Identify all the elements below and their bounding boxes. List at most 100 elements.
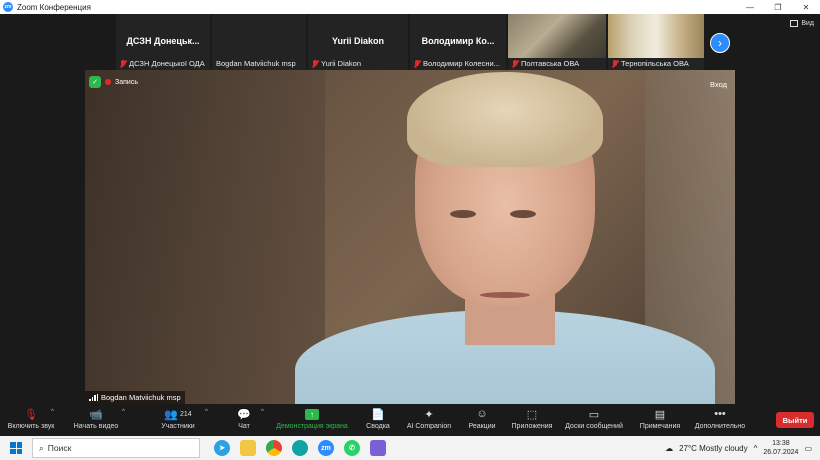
reactions-button[interactable]: ☺ Реакции <box>466 406 498 430</box>
unmute-button[interactable]: 🎙 Включить звук <box>4 406 58 431</box>
search-icon: ⌕ <box>39 442 44 453</box>
more-label: Дополнительно <box>694 423 746 430</box>
participants-options-caret[interactable]: ^ <box>205 409 208 415</box>
leave-button[interactable]: Выйти <box>776 412 814 428</box>
notes-button[interactable]: ▤ Примечания <box>636 406 684 431</box>
video-off-icon: 📹 <box>89 408 103 421</box>
summary-icon: 📄 <box>371 408 385 421</box>
system-tray: ☁ 27°C Mostly cloudy ^ 13:38 26.07.2024 … <box>665 439 820 457</box>
apps-label: Приложения <box>511 423 553 430</box>
recording-label: Запись <box>115 78 138 86</box>
audio-options-caret[interactable]: ^ <box>51 409 54 415</box>
chrome-icon[interactable] <box>266 440 282 456</box>
participant-tile[interactable]: ДСЗН Донецьк... ДСЗН Донецької ОДА <box>116 14 210 70</box>
taskbar-search-input[interactable]: ⌕ Поиск <box>32 438 200 458</box>
minimize-button[interactable]: — <box>736 3 764 12</box>
participant-name: Bogdan Matviichuk msp <box>216 59 296 68</box>
participant-tile[interactable]: Bogdan Matviichuk msp <box>212 14 306 70</box>
unmute-label: Включить звук <box>7 423 55 430</box>
zoom-logo-icon: zm <box>3 2 13 12</box>
mic-muted-icon: 🎙 <box>24 408 38 421</box>
zoom-window: zm Zoom Конференция — ❐ ✕ ДСЗН Донецьк..… <box>0 0 820 460</box>
gallery-next-button[interactable]: › <box>710 33 730 53</box>
participant-label: Bogdan Matviichuk msp <box>216 59 296 68</box>
participant-tile[interactable]: Полтавська ОВА <box>508 14 606 70</box>
participant-count: 214 <box>180 410 192 418</box>
recording-indicator[interactable]: ✓ Запись <box>89 76 138 88</box>
participant-label: Полтавська ОВА <box>512 59 579 68</box>
signal-strength-icon <box>89 394 98 401</box>
edge-icon[interactable] <box>292 440 308 456</box>
chat-options-caret[interactable]: ^ <box>261 409 264 415</box>
close-button[interactable]: ✕ <box>792 3 820 12</box>
clock-time: 13:38 <box>772 440 790 447</box>
meeting-toolbar: 🎙 Включить звук ^ 📹 Начать видео ^ 👥 214 … <box>0 404 820 436</box>
participant-name: Тернопільська ОВА <box>621 59 689 68</box>
chat-button[interactable]: 💬 Чат <box>232 406 256 431</box>
whatsapp-icon[interactable]: ✆ <box>344 440 360 456</box>
view-label: Вид <box>801 20 814 27</box>
participant-display-name: ДСЗН Донецьк... <box>126 36 200 46</box>
tray-chevron-icon[interactable]: ^ <box>754 444 758 453</box>
windows-start-icon[interactable] <box>6 438 26 458</box>
participants-button[interactable]: 👥 214 Участники <box>154 406 202 431</box>
reactions-icon: ☺ <box>476 408 488 420</box>
taskbar-clock[interactable]: 13:38 26.07.2024 <box>763 439 798 457</box>
participant-tile[interactable]: Тернопільська ОВА <box>608 14 704 70</box>
speaker-name: Bogdan Matviichuk msp <box>101 393 181 402</box>
window-controls: — ❐ ✕ <box>736 3 820 12</box>
summary-button[interactable]: 📄 Сводка <box>362 406 394 431</box>
participant-name: Полтавська ОВА <box>521 59 580 68</box>
chat-label: Чат <box>238 423 250 430</box>
weather-icon: ☁ <box>665 443 674 453</box>
start-video-button[interactable]: 📹 Начать видео <box>70 406 122 431</box>
participant-label: Тернопільська ОВА <box>612 59 689 68</box>
participant-tile[interactable]: Yurii Diakon Yurii Diakon <box>308 14 408 70</box>
recording-dot-icon <box>105 79 111 85</box>
clock-date: 26.07.2024 <box>763 449 799 456</box>
title-bar: zm Zoom Конференция — ❐ ✕ <box>0 0 820 14</box>
apps-button[interactable]: ⬚ Приложения <box>508 406 556 431</box>
ai-companion-icon: ✦ <box>424 408 434 421</box>
chat-icon: 💬 <box>237 408 251 421</box>
participant-label: ДСЗН Донецької ОДА <box>120 59 205 68</box>
apps-icon: ⬚ <box>526 408 538 421</box>
participant-video-thumbnail <box>608 14 704 58</box>
grid-view-icon <box>790 20 799 27</box>
mic-muted-icon <box>512 59 518 68</box>
participant-display-name: Володимир Ко... <box>421 36 495 46</box>
speaker-mouth <box>480 292 530 298</box>
notifications-icon[interactable]: ▭ <box>804 444 812 453</box>
more-button[interactable]: ••• Дополнительно <box>692 406 748 430</box>
share-screen-button[interactable]: ↑ Демонстрация экрана <box>272 406 352 430</box>
file-explorer-icon[interactable] <box>240 440 256 456</box>
participant-display-name: Yurii Diakon <box>331 36 384 46</box>
chevron-right-icon: › <box>718 36 722 50</box>
active-speaker-video[interactable]: ✓ Запись Вход Bogdan Matviichuk msp <box>85 70 735 404</box>
ai-companion-button[interactable]: ✦ AI Companion <box>404 406 454 431</box>
summary-label: Сводка <box>366 423 390 430</box>
maximize-button[interactable]: ❐ <box>764 3 792 12</box>
whiteboards-button[interactable]: ▭ Доски сообщений <box>562 406 626 431</box>
speaker-eye <box>510 210 536 218</box>
weather-label[interactable]: 27°C Mostly cloudy <box>679 444 748 453</box>
security-shield-icon[interactable]: ✓ <box>89 76 101 88</box>
enter-label[interactable]: Вход <box>710 80 727 89</box>
zoom-app-icon[interactable]: zm <box>318 440 334 456</box>
view-button[interactable]: Вид <box>790 20 814 27</box>
start-video-label: Начать видео <box>73 423 119 430</box>
participant-tile[interactable]: Володимир Ко... Володимир Колесни... <box>410 14 506 70</box>
speaker-eye <box>450 210 476 218</box>
participants-label: Участники <box>161 423 195 430</box>
windows-taskbar: ⌕ Поиск ➤ zm ✆ ☁ 27°C Mostly cloudy ^ 13… <box>0 436 820 460</box>
mic-muted-icon <box>120 59 126 68</box>
participant-video-thumbnail <box>508 14 606 58</box>
participant-label: Володимир Колесни... <box>414 59 500 68</box>
window-title: Zoom Конференция <box>17 2 91 12</box>
gallery-strip: ДСЗН Донецьк... ДСЗН Донецької ОДА Bogda… <box>0 14 820 70</box>
telegram-icon[interactable]: ➤ <box>214 440 230 456</box>
store-app-icon[interactable] <box>370 440 386 456</box>
whiteboard-icon: ▭ <box>588 408 600 421</box>
participant-label: Yurii Diakon <box>312 59 361 68</box>
video-options-caret[interactable]: ^ <box>122 409 125 415</box>
